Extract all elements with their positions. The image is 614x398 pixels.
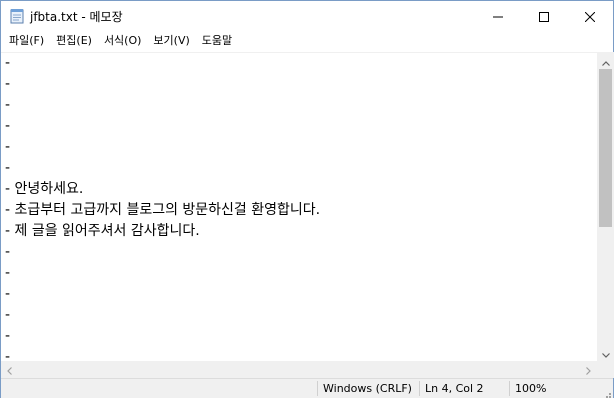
- title-bar[interactable]: jfbta.txt - 메모장: [1, 1, 613, 31]
- text-line: -: [5, 118, 11, 134]
- text-line: -: [5, 307, 11, 323]
- menu-bar: 파일(F) 편집(E) 서식(O) 보기(V) 도움말: [1, 31, 613, 51]
- resize-grip-icon[interactable]: [601, 386, 611, 398]
- status-bar: Windows (CRLF) Ln 4, Col 2 100%: [1, 378, 613, 398]
- chevron-left-icon: [7, 360, 12, 379]
- maximize-button[interactable]: [521, 1, 567, 31]
- scroll-up-button[interactable]: [597, 52, 614, 69]
- notepad-window: jfbta.txt - 메모장 파일(F) 편집(E) 서식(O) 보기(V) …: [0, 0, 614, 398]
- menu-file[interactable]: 파일(F): [3, 31, 50, 51]
- chevron-up-icon: [601, 51, 610, 70]
- text-line: -: [5, 76, 11, 92]
- menu-edit[interactable]: 편집(E): [50, 31, 98, 51]
- text-line: -: [5, 328, 11, 344]
- text-line: - 안녕하세요.: [5, 181, 84, 197]
- vertical-scrollbar[interactable]: [597, 52, 614, 361]
- menu-view[interactable]: 보기(V): [147, 31, 195, 51]
- scroll-down-button[interactable]: [597, 344, 614, 361]
- text-editor[interactable]: - - - - - - - 안녕하세요. - 초급부터 고급까지 블로그의 방문…: [1, 52, 597, 361]
- status-zoom: 100%: [515, 382, 547, 395]
- minimize-button[interactable]: [475, 1, 521, 31]
- maximize-icon: [539, 7, 549, 26]
- vertical-scroll-thumb[interactable]: [599, 69, 612, 227]
- text-line: -: [5, 349, 11, 361]
- close-button[interactable]: [567, 1, 613, 31]
- close-icon: [584, 7, 596, 26]
- menu-format[interactable]: 서식(O): [98, 31, 147, 51]
- scroll-left-button[interactable]: [1, 361, 18, 378]
- text-line: -: [5, 97, 11, 113]
- status-encoding: Windows (CRLF): [323, 382, 412, 395]
- menu-help[interactable]: 도움말: [196, 31, 238, 51]
- scroll-right-button[interactable]: [580, 361, 597, 378]
- text-line: -: [5, 286, 11, 302]
- text-line: -: [5, 55, 11, 71]
- text-line: -: [5, 244, 11, 260]
- status-position: Ln 4, Col 2: [425, 382, 484, 395]
- text-line: -: [5, 160, 11, 176]
- text-line: - 초급부터 고급까지 블로그의 방문하신걸 환영합니다.: [5, 202, 321, 218]
- text-line: - 제 글을 읽어주셔서 감사합니다.: [5, 223, 200, 239]
- text-line: -: [5, 139, 11, 155]
- minimize-icon: [493, 7, 503, 26]
- horizontal-scrollbar[interactable]: [1, 361, 597, 378]
- window-title: jfbta.txt - 메모장: [30, 10, 123, 24]
- text-line: -: [5, 265, 11, 281]
- chevron-down-icon: [601, 343, 610, 362]
- scrollbar-corner: [597, 361, 614, 378]
- chevron-right-icon: [586, 360, 591, 379]
- notepad-icon: [10, 8, 24, 24]
